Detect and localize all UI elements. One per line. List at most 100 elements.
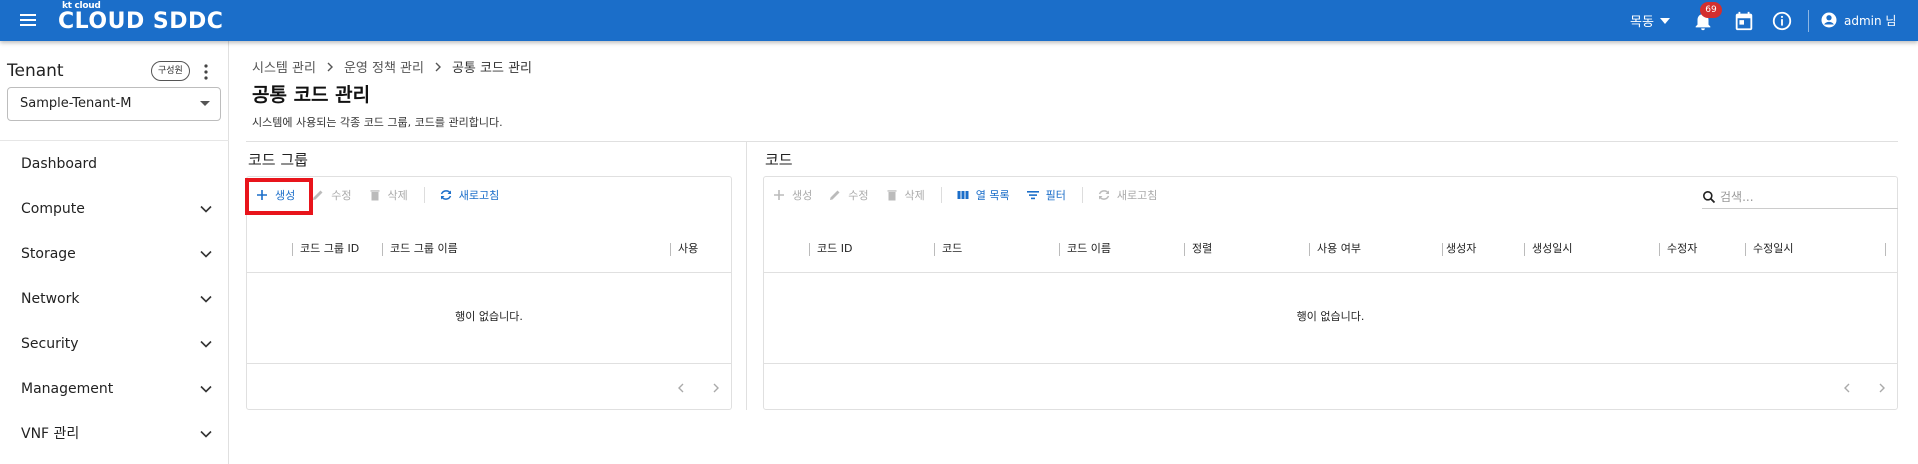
info-icon[interactable] [1771,10,1793,32]
group-edit-button[interactable]: 수정 [311,181,352,209]
refresh-icon [1098,190,1110,200]
button-label: 삭제 [387,189,408,202]
code-grid: 생성 수정 삭제 열 목록 필터 새로고침 검색... 코드 ID 코드 코드 … [763,176,1898,410]
search-placeholder: 검색... [1720,190,1754,204]
page-description: 시스템에 사용되는 각종 코드 그룹, 코드를 관리합니다. [252,116,503,129]
column-separator [670,243,671,256]
column-header-code-name[interactable]: 코드 이름 [1067,241,1111,257]
column-header-use-yn[interactable]: 사용 여부 [1317,241,1361,257]
column-separator [382,243,383,256]
plus-icon [774,190,784,200]
column-header-code[interactable]: 코드 [942,241,962,257]
code-delete-button[interactable]: 삭제 [885,181,925,209]
grid-header-row: 코드 그룹 ID 코드 그룹 이름 사용 [247,225,731,273]
caret-down-icon [1659,17,1670,24]
tenant-select[interactable]: Sample-Tenant-M [7,87,221,121]
sidebar-item-label: Dashboard [21,156,97,172]
filter-icon [1026,191,1039,200]
group-refresh-button[interactable]: 새로고침 [439,181,499,209]
calendar-icon[interactable] [1733,10,1755,32]
toolbar-divider [1081,187,1083,203]
pencil-icon [313,190,323,200]
chevron-left-icon[interactable] [1841,382,1853,394]
breadcrumb-item[interactable]: 운영 정책 관리 [344,57,424,76]
notification-count-badge: 69 [1700,2,1722,18]
user-menu[interactable]: admin 님 [1820,11,1896,29]
account-circle-icon [1821,12,1837,28]
sidebar-item-label: VNF 관리 [21,426,80,442]
sidebar-divider [0,140,229,141]
code-group-title: 코드 그룹 [248,151,308,169]
chevron-down-icon [200,205,212,213]
column-header-creator[interactable]: 생성자 [1446,241,1476,257]
sidebar-item-label: Storage [21,246,76,262]
button-label: 새로고침 [1116,189,1158,202]
column-header-group-id[interactable]: 코드 그룹 ID [300,241,359,257]
code-create-button[interactable]: 생성 [772,181,812,209]
sidebar-item-management[interactable]: Management [21,377,212,401]
sidebar-item-vnf[interactable]: VNF 관리 [21,422,212,446]
sidebar-item-label: Security [21,336,79,352]
sidebar-item-compute[interactable]: Compute [21,197,212,221]
column-header-sort[interactable]: 정렬 [1192,241,1212,257]
chevron-down-icon [200,430,212,438]
column-header-group-name[interactable]: 코드 그룹 이름 [390,241,458,257]
columns-button[interactable]: 열 목록 [956,181,1010,209]
group-delete-button[interactable]: 삭제 [368,181,408,209]
region-selector[interactable]: 목동 [1630,11,1670,30]
column-header-modifier[interactable]: 수정자 [1667,241,1697,257]
chevron-right-icon [435,62,441,71]
region-label: 목동 [1630,15,1654,30]
tenant-select-value: Sample-Tenant-M [20,96,132,111]
column-separator [292,243,293,256]
view-column-icon [957,191,969,199]
search-input[interactable]: 검색... [1702,185,1898,209]
more-vert-icon[interactable] [200,63,212,81]
breadcrumb-item[interactable]: 시스템 관리 [252,57,316,76]
toolbar-divider [940,187,942,203]
grid-footer-divider [247,363,731,364]
sidebar-item-dashboard[interactable]: Dashboard [21,152,211,176]
header-divider [246,141,1898,142]
code-group-grid: 생성 수정 삭제 새로고침 코드 그룹 ID 코드 그룹 이름 사용 행이 없습… [246,176,732,410]
column-header-modified-at[interactable]: 수정일시 [1753,241,1793,257]
sidebar-item-label: Network [21,291,80,307]
top-app-bar: kt cloud CLOUD SDDC 목동 69 admin 님 [0,0,1918,41]
chevron-right-icon[interactable] [710,382,722,394]
empty-rows-message: 행이 없습니다. [1296,310,1365,323]
app-logo[interactable]: CLOUD SDDC [58,9,223,34]
button-label: 생성 [792,189,813,202]
sidebar-item-security[interactable]: Security [21,332,212,356]
toolbar-divider [423,187,425,203]
topbar-divider [1808,10,1809,32]
sidebar-item-network[interactable]: Network [21,287,212,311]
sidebar-item-storage[interactable]: Storage [21,242,212,266]
role-chip: 구성원 [151,61,190,81]
breadcrumb: 시스템 관리 운영 정책 관리 공통 코드 관리 [252,57,532,76]
button-label: 열 목록 [975,189,1010,202]
column-header-code-id[interactable]: 코드 ID [817,241,852,257]
column-header-use[interactable]: 사용 [678,241,698,257]
column-header-created-at[interactable]: 생성일시 [1532,241,1572,257]
code-edit-button[interactable]: 수정 [828,181,869,209]
refresh-icon [440,190,451,200]
menu-icon[interactable] [18,10,38,30]
chevron-down-icon [200,385,212,393]
column-separator [934,243,935,256]
search-icon [1703,190,1716,203]
filter-button[interactable]: 필터 [1026,181,1066,209]
column-separator [1885,243,1886,256]
button-label: 수정 [331,189,352,202]
code-refresh-button[interactable]: 새로고침 [1097,181,1157,209]
sidebar: Tenant 구성원 Sample-Tenant-M Dashboard Com… [0,41,229,464]
chevron-left-icon[interactable] [675,382,687,394]
highlight-box [245,178,313,215]
user-name: admin 님 [1844,13,1897,28]
tenant-title: Tenant [7,61,64,81]
chevron-down-icon [200,340,212,348]
select-caret-icon [200,101,210,106]
chevron-right-icon[interactable] [1876,382,1888,394]
column-separator [1184,243,1185,256]
empty-rows-message: 행이 없습니다. [455,310,523,323]
code-group-toolbar: 생성 수정 삭제 새로고침 [247,177,731,213]
